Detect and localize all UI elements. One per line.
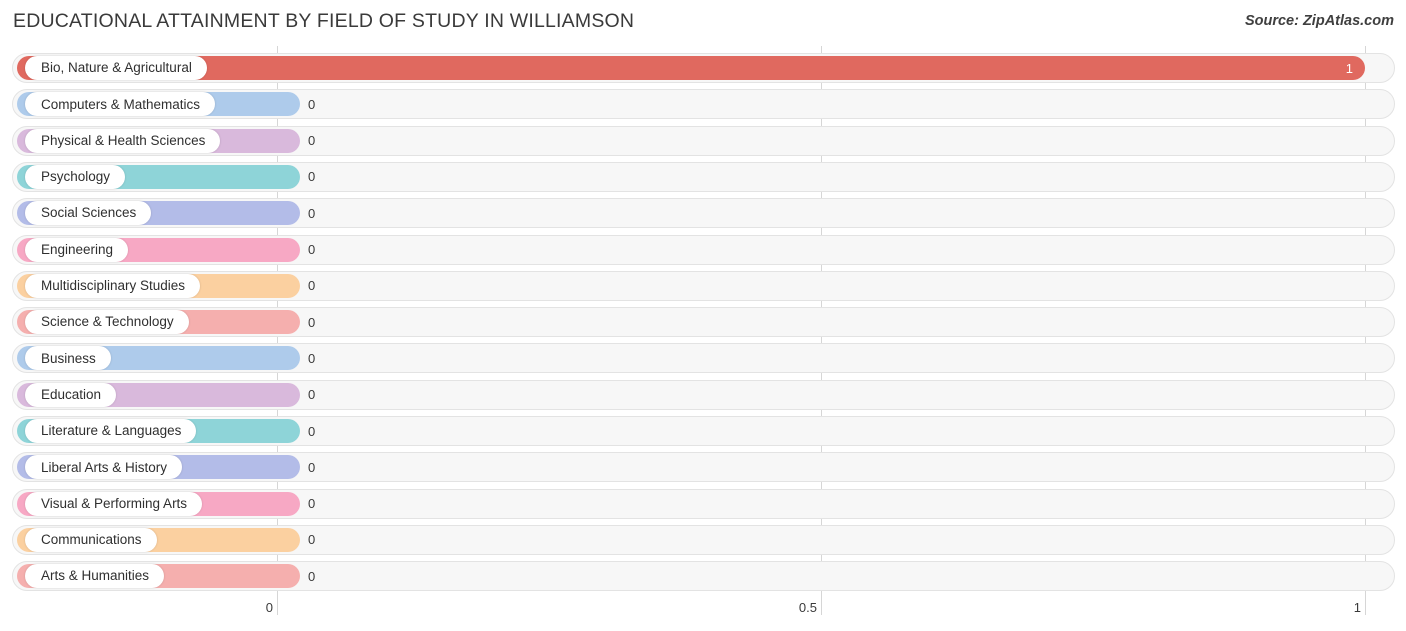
category-label-text: Bio, Nature & Agricultural — [41, 60, 192, 76]
chart-header: EDUCATIONAL ATTAINMENT BY FIELD OF STUDY… — [0, 0, 1406, 46]
axis-tick-0 — [277, 595, 278, 615]
category-label: Business — [25, 346, 111, 371]
category-label: Social Sciences — [25, 201, 152, 226]
bar-value-label: 0 — [308, 496, 316, 512]
category-label-text: Social Sciences — [41, 205, 137, 221]
category-label-text: Psychology — [41, 169, 111, 185]
axis-tick-label: 0 — [265, 600, 273, 615]
axis-tick-label: 1 — [1353, 600, 1361, 615]
bar-row[interactable]: Visual & Performing Arts 0 — [12, 488, 1395, 519]
category-label-text: Engineering — [41, 241, 114, 257]
bar-value-label: 1 — [1345, 60, 1353, 76]
category-label-text: Business — [41, 350, 96, 366]
category-label: Visual & Performing Arts — [25, 491, 203, 516]
category-label: Psychology — [25, 164, 126, 189]
category-label: Science & Technology — [25, 310, 189, 335]
bar-value-label: 0 — [308, 96, 316, 112]
bar-fill[interactable] — [17, 56, 1365, 80]
bar-row[interactable]: Communications 0 — [12, 524, 1395, 555]
bar-value-label: 0 — [308, 387, 316, 403]
category-label: Literature & Languages — [25, 419, 197, 443]
plot-area: Bio, Nature & Agricultural 1 Computers & M… — [0, 46, 1406, 595]
bar-value-label: 0 — [308, 278, 316, 294]
bar-value-label: 0 — [308, 423, 316, 439]
bar-value-label: 0 — [308, 532, 316, 548]
x-axis: 0 0.5 1 — [0, 595, 1406, 631]
bar-value-label: 0 — [308, 314, 316, 330]
bar-row[interactable]: Computers & Mathematics 0 — [12, 89, 1395, 120]
chart-root: EDUCATIONAL ATTAINMENT BY FIELD OF STUDY… — [0, 0, 1406, 631]
category-label-text: Computers & Mathematics — [41, 96, 201, 112]
bar-row[interactable]: Literature & Languages 0 — [12, 416, 1395, 446]
bar-row[interactable]: Multidisciplinary Studies 0 — [12, 270, 1395, 301]
category-label-text: Physical & Health Sciences — [41, 132, 206, 148]
bar-row[interactable]: Social Sciences 0 — [12, 198, 1395, 229]
category-label: Engineering — [25, 237, 129, 262]
category-label: Communications — [25, 527, 157, 552]
category-label: Physical & Health Sciences — [25, 128, 221, 153]
bar-row[interactable]: Physical & Health Sciences 0 — [12, 125, 1395, 156]
category-label: Liberal Arts & History — [25, 455, 183, 480]
category-label-text: Liberal Arts & History — [41, 459, 168, 475]
category-label-text: Multidisciplinary Studies — [41, 278, 186, 294]
category-label-text: Visual & Performing Arts — [41, 495, 188, 511]
category-label: Bio, Nature & Agricultural — [25, 56, 207, 80]
bar-row[interactable]: Psychology 0 — [12, 161, 1395, 192]
bar-value-label: 0 — [308, 169, 316, 185]
bar-value-label: 0 — [308, 205, 316, 221]
bar-row[interactable]: Business 0 — [12, 343, 1395, 374]
category-label-text: Science & Technology — [41, 314, 174, 330]
bar-row[interactable]: Science & Technology 0 — [12, 307, 1395, 338]
bar-value-label: 0 — [308, 242, 316, 257]
bar-value-label: 0 — [308, 350, 316, 366]
bar-row[interactable]: Liberal Arts & History 0 — [12, 452, 1395, 483]
category-label-text: Arts & Humanities — [41, 568, 150, 584]
bar-row[interactable]: Arts & Humanities 0 — [12, 561, 1395, 592]
page-title: EDUCATIONAL ATTAINMENT BY FIELD OF STUDY… — [13, 10, 635, 32]
category-label-text: Communications — [41, 532, 142, 548]
axis-tick-1 — [1365, 595, 1366, 615]
bar-row[interactable]: Bio, Nature & Agricultural 1 — [12, 53, 1395, 83]
bar-value-label: 0 — [308, 459, 316, 475]
category-label-text: Literature & Languages — [41, 423, 182, 439]
bar-value-label: 0 — [308, 568, 316, 584]
category-label: Arts & Humanities — [25, 564, 165, 589]
axis-tick-label: 0.5 — [798, 600, 817, 615]
bar-row[interactable]: Education 0 — [12, 379, 1395, 410]
bar-value-label: 0 — [308, 133, 316, 149]
category-label: Education — [25, 382, 117, 407]
category-label: Computers & Mathematics — [25, 92, 216, 117]
category-label: Multidisciplinary Studies — [25, 273, 201, 298]
bar-row[interactable]: Engineering 0 — [12, 234, 1395, 265]
category-label-text: Education — [41, 386, 102, 402]
source-attribution: Source: ZipAtlas.com — [1244, 13, 1394, 29]
axis-tick-0.5 — [821, 595, 822, 615]
